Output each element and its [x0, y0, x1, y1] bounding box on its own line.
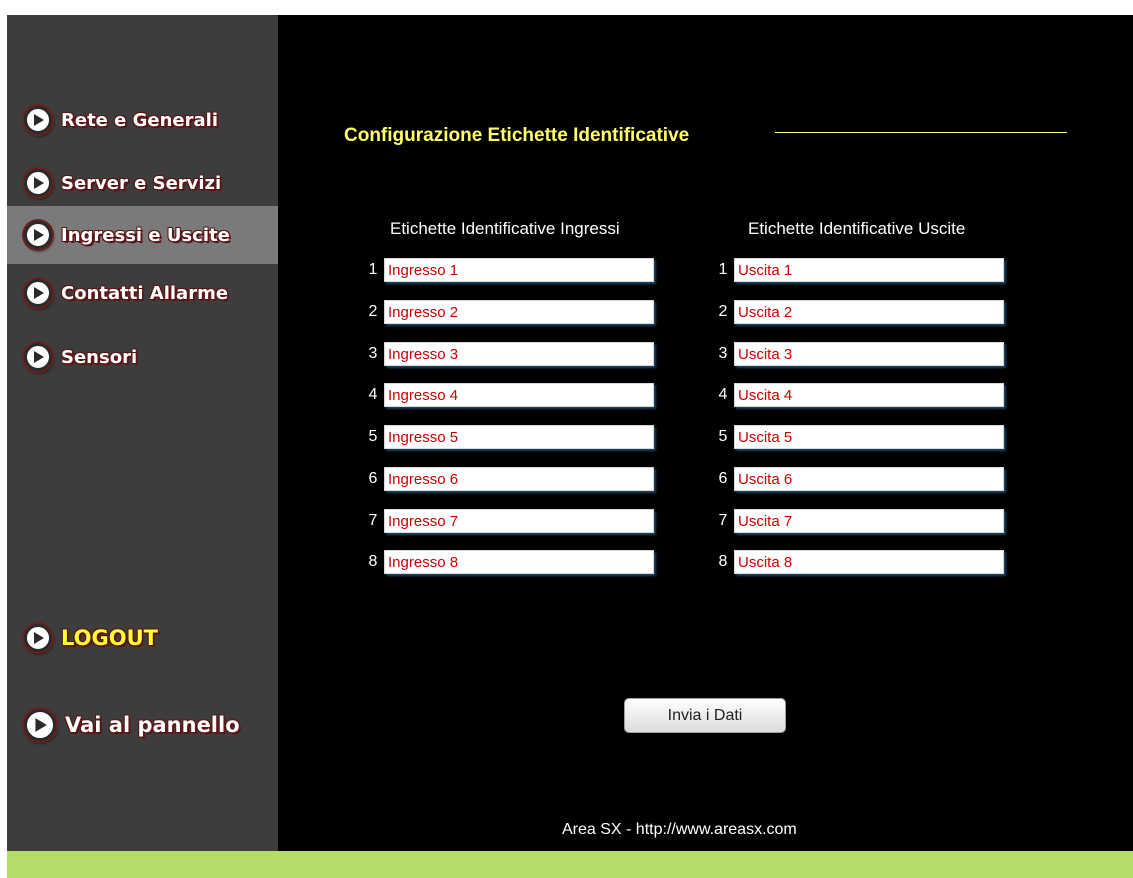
panel-link-label: Vai al pannello [65, 713, 240, 737]
output-label-field[interactable] [734, 467, 1004, 491]
output-label-row: 4 [712, 382, 1004, 408]
circle-play-icon [24, 279, 52, 307]
row-number: 7 [718, 512, 728, 529]
circle-play-icon [24, 169, 52, 197]
row-number: 4 [718, 386, 728, 403]
input-label-row: 3 [362, 341, 654, 367]
logout-button[interactable]: LOGOUT [7, 609, 278, 667]
logout-label: LOGOUT [61, 626, 158, 650]
page-title: Configurazione Etichette Identificative [344, 125, 690, 146]
row-number: 3 [368, 345, 378, 362]
input-label-row: 8 [362, 549, 654, 575]
submit-button[interactable]: Invia i Dati [624, 698, 786, 733]
output-label-field[interactable] [734, 509, 1004, 533]
input-label-field[interactable] [384, 342, 654, 366]
title-divider [775, 132, 1067, 133]
footer-text: Area SX - http://www.areasx.com [562, 821, 797, 838]
input-label-field[interactable] [384, 383, 654, 407]
row-number: 5 [718, 428, 728, 445]
row-number: 6 [368, 470, 378, 487]
input-label-field[interactable] [384, 258, 654, 282]
input-label-row: 6 [362, 466, 654, 492]
input-label-row: 1 [362, 257, 654, 283]
input-label-row: 5 [362, 424, 654, 450]
input-label-field[interactable] [384, 509, 654, 533]
output-label-field[interactable] [734, 383, 1004, 407]
row-number: 2 [368, 303, 378, 320]
output-label-field[interactable] [734, 300, 1004, 324]
inputs-heading: Etichette Identificative Ingressi [390, 219, 620, 238]
output-label-field[interactable] [734, 425, 1004, 449]
circle-play-icon [24, 221, 52, 249]
sidebar-item-server-e-servizi[interactable]: Server e Servizi [7, 154, 278, 212]
output-label-row: 1 [712, 257, 1004, 283]
output-label-field[interactable] [734, 258, 1004, 282]
output-label-row: 5 [712, 424, 1004, 450]
outputs-heading: Etichette Identificative Uscite [748, 219, 966, 238]
circle-play-icon [24, 624, 52, 652]
sidebar-item-ingressi-e-uscite[interactable]: Ingressi e Uscite [7, 206, 278, 264]
row-number: 8 [368, 553, 378, 570]
input-label-row: 4 [362, 382, 654, 408]
input-label-field[interactable] [384, 425, 654, 449]
sidebar-item-sensori[interactable]: Sensori [7, 328, 278, 386]
sidebar: Rete e Generali Server e Servizi Ingress… [7, 15, 278, 851]
circle-play-icon [24, 709, 56, 741]
sidebar-item-label: Sensori [61, 346, 138, 368]
output-label-field[interactable] [734, 550, 1004, 574]
row-number: 8 [718, 553, 728, 570]
row-number: 7 [368, 512, 378, 529]
sidebar-item-label: Rete e Generali [61, 109, 218, 131]
output-label-field[interactable] [734, 342, 1004, 366]
output-label-row: 2 [712, 299, 1004, 325]
sidebar-item-label: Server e Servizi [61, 172, 222, 194]
row-number: 2 [718, 303, 728, 320]
output-label-row: 6 [712, 466, 1004, 492]
output-label-row: 8 [712, 549, 1004, 575]
sidebar-item-label: Contatti Allarme [61, 282, 229, 304]
output-label-row: 7 [712, 508, 1004, 534]
sidebar-item-contatti-allarme[interactable]: Contatti Allarme [7, 264, 278, 322]
main-content: Configurazione Etichette Identificative … [278, 15, 1133, 851]
circle-play-icon [24, 106, 52, 134]
bottom-bar [7, 851, 1133, 878]
input-label-field[interactable] [384, 300, 654, 324]
row-number: 6 [718, 470, 728, 487]
circle-play-icon [24, 343, 52, 371]
sidebar-item-label: Ingressi e Uscite [61, 224, 230, 246]
row-number: 3 [718, 345, 728, 362]
input-label-field[interactable] [384, 550, 654, 574]
row-number: 1 [368, 261, 378, 278]
sidebar-item-rete-e-generali[interactable]: Rete e Generali [7, 91, 278, 149]
app-frame: Rete e Generali Server e Servizi Ingress… [7, 15, 1133, 851]
input-label-row: 2 [362, 299, 654, 325]
panel-link[interactable]: Vai al pannello [7, 696, 278, 754]
row-number: 5 [368, 428, 378, 445]
row-number: 4 [368, 386, 378, 403]
input-label-row: 7 [362, 508, 654, 534]
output-label-row: 3 [712, 341, 1004, 367]
row-number: 1 [718, 261, 728, 278]
input-label-field[interactable] [384, 467, 654, 491]
